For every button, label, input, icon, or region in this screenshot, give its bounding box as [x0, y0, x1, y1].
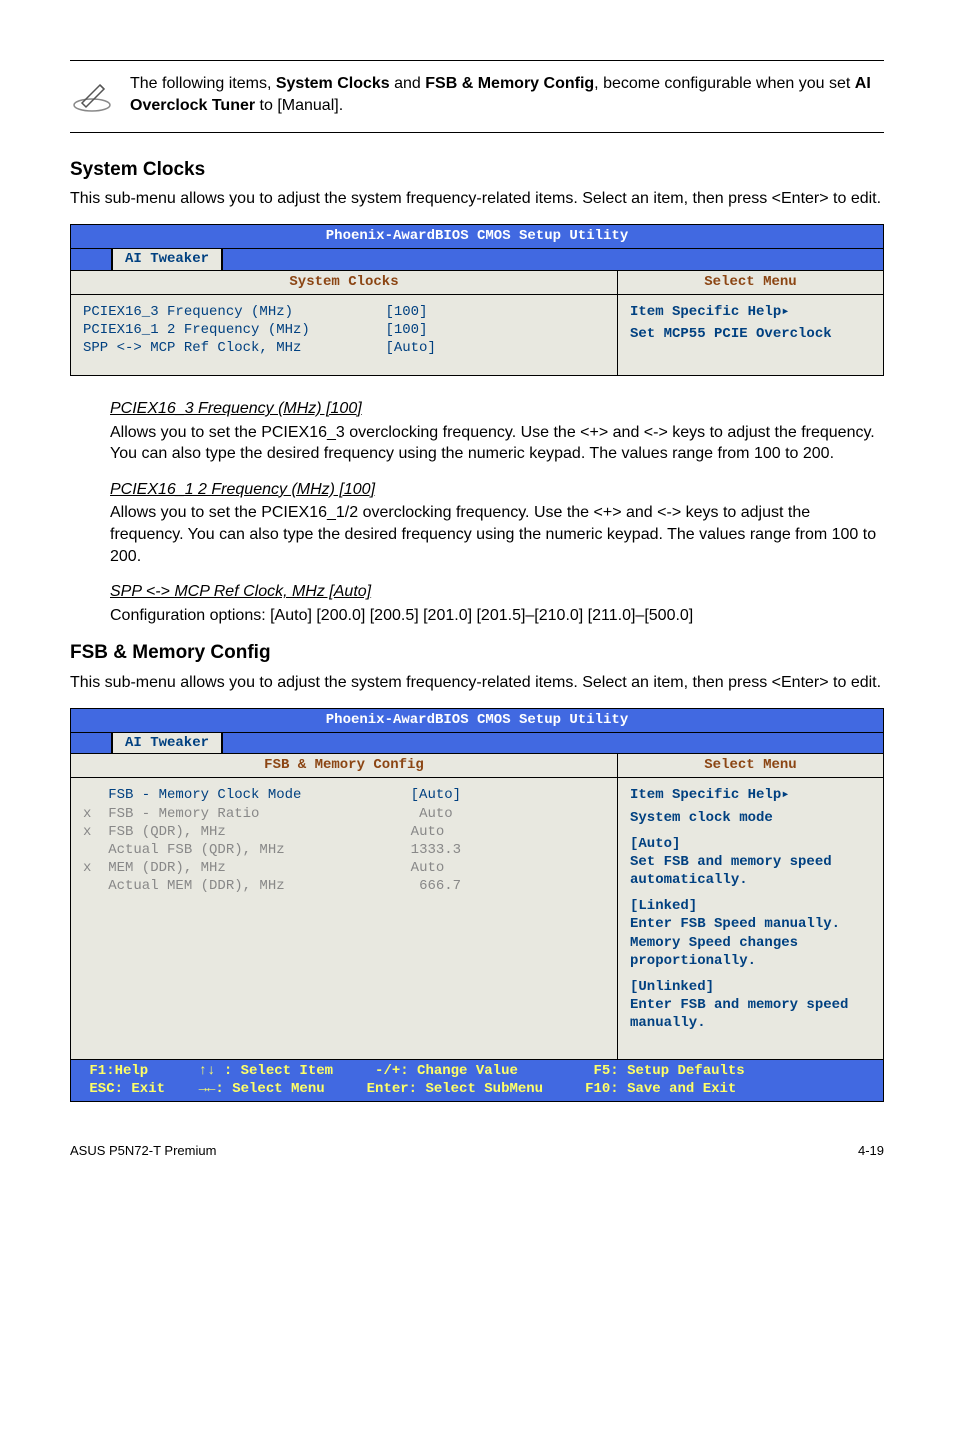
bios-left-pane-2: FSB - Memory Clock Mode [Auto] x FSB - M… — [71, 778, 618, 1058]
subsection-pciex16-1-2: PCIEX16_1 2 Frequency (MHz) [100] Allows… — [110, 479, 884, 567]
note-bold1: System Clocks — [276, 75, 390, 92]
bios-help-h6: [Unlinked] — [630, 978, 871, 996]
bios-help-h1: System clock mode — [630, 809, 871, 827]
note-bold2: FSB & Memory Config — [425, 75, 594, 92]
note-box: The following items, System Clocks and F… — [70, 60, 884, 133]
b1r2l: PCIEX16_1 2 Frequency (MHz) — [83, 322, 310, 338]
b1r1l: PCIEX16_3 Frequency (MHz) — [83, 304, 293, 320]
note-mid: and — [390, 75, 426, 92]
bios-help-title-1: Item Specific Help▸ — [630, 303, 871, 321]
bios-help-pane-2: Item Specific Help▸ System clock mode [A… — [618, 778, 883, 1058]
section-intro-1: This sub-menu allows you to adjust the s… — [70, 188, 884, 210]
sub-a-body: Allows you to set the PCIEX16_3 overcloc… — [110, 422, 884, 465]
sub-b-pre: Allows you to set the PCIEX16_1/2 overcl… — [110, 504, 534, 521]
note-post2: to [Manual]. — [255, 97, 343, 114]
note-text-pre: The following items, — [130, 75, 276, 92]
bios-tab-ai-tweaker-2: AI Tweaker — [111, 733, 223, 754]
bios-right-header-1: Select Menu — [618, 271, 883, 294]
bios-tab-ai-tweaker: AI Tweaker — [111, 249, 223, 270]
bios-help-pane-1: Item Specific Help▸ Set MCP55 PCIE Overc… — [618, 295, 883, 376]
b2r6v: 666.7 — [402, 878, 461, 894]
section-heading-fsb-memory: FSB & Memory Config — [70, 640, 884, 666]
bios-left-pane-1: PCIEX16_3 Frequency (MHz) [100] PCIEX16_… — [71, 295, 618, 376]
b2r6l: Actual MEM (DDR), MHz — [83, 878, 285, 894]
subsection-spp-mcp: SPP <-> MCP Ref Clock, MHz [Auto] Config… — [110, 581, 884, 626]
sub-b-body: Allows you to set the PCIEX16_1/2 overcl… — [110, 502, 884, 567]
sub-c-body: Configuration options: [Auto] [200.0] [2… — [110, 605, 884, 627]
bios-right-header-2: Select Menu — [618, 754, 883, 777]
b1r2v: [100] — [385, 322, 427, 338]
b2r5l: x MEM (DDR), MHz — [83, 860, 226, 876]
bios-help-title-2: Item Specific Help▸ — [630, 786, 871, 804]
subsection-pciex16-3: PCIEX16_3 Frequency (MHz) [100] Allows y… — [110, 398, 884, 465]
bios-menubar-1: AI Tweaker — [71, 249, 883, 271]
bios-left-header-1: System Clocks — [71, 271, 618, 294]
b2r3l: x FSB (QDR), MHz — [83, 824, 226, 840]
sub-c-title: SPP <-> MCP Ref Clock, MHz [Auto] — [110, 583, 371, 600]
bios-left-header-2: FSB & Memory Config — [71, 754, 618, 777]
note-text: The following items, System Clocks and F… — [130, 73, 884, 116]
bios-help-h3: Set FSB and memory speed automatically. — [630, 853, 871, 889]
b2r1v: [Auto] — [411, 787, 461, 803]
b1r1v: [100] — [385, 304, 427, 320]
bios-menubar-2: AI Tweaker — [71, 733, 883, 755]
bios-help-h7: Enter FSB and memory speed manually. — [630, 996, 871, 1032]
sub-b-title: PCIEX16_1 2 Frequency (MHz) [100] — [110, 481, 375, 498]
section-heading-system-clocks: System Clocks — [70, 157, 884, 183]
note-post1: , become configurable when you set — [594, 75, 855, 92]
b1r3v: [Auto] — [385, 340, 435, 356]
b2r3v: Auto — [402, 824, 444, 840]
bios-screenshot-1: Phoenix-AwardBIOS CMOS Setup Utility AI … — [70, 224, 884, 376]
b2r1l: FSB - Memory Clock Mode — [83, 787, 301, 803]
b2r4l: Actual FSB (QDR), MHz — [83, 842, 285, 858]
bios-screenshot-2: Phoenix-AwardBIOS CMOS Setup Utility AI … — [70, 708, 884, 1103]
b2r5v: Auto — [402, 860, 444, 876]
b2r2l: x FSB - Memory Ratio — [83, 806, 259, 822]
page-footer: ASUS P5N72-T Premium 4-19 — [70, 1142, 884, 1160]
bios-help-h2: [Auto] — [630, 835, 871, 853]
b1r3l: SPP <-> MCP Ref Clock, MHz — [83, 340, 301, 356]
sub-b-bold: Use the <+> and — [534, 504, 653, 521]
pencil-note-icon — [70, 73, 130, 120]
bios-title-2: Phoenix-AwardBIOS CMOS Setup Utility — [71, 709, 883, 733]
b2r2v: Auto — [411, 806, 453, 822]
bios-help-body-1: Set MCP55 PCIE Overclock — [630, 325, 871, 343]
bios-help-h4: [Linked] — [630, 897, 871, 915]
footer-right: 4-19 — [858, 1142, 884, 1160]
b2r4v: 1333.3 — [402, 842, 461, 858]
bios-help-h5: Enter FSB Speed manually. Memory Speed c… — [630, 915, 871, 970]
bios-title-1: Phoenix-AwardBIOS CMOS Setup Utility — [71, 225, 883, 249]
footer-left: ASUS P5N72-T Premium — [70, 1142, 216, 1160]
section-intro-2: This sub-menu allows you to adjust the s… — [70, 672, 884, 694]
bios-footer: F1:Help ↑↓ : Select Item -/+: Change Val… — [71, 1059, 883, 1102]
sub-a-title: PCIEX16_3 Frequency (MHz) [100] — [110, 400, 362, 417]
